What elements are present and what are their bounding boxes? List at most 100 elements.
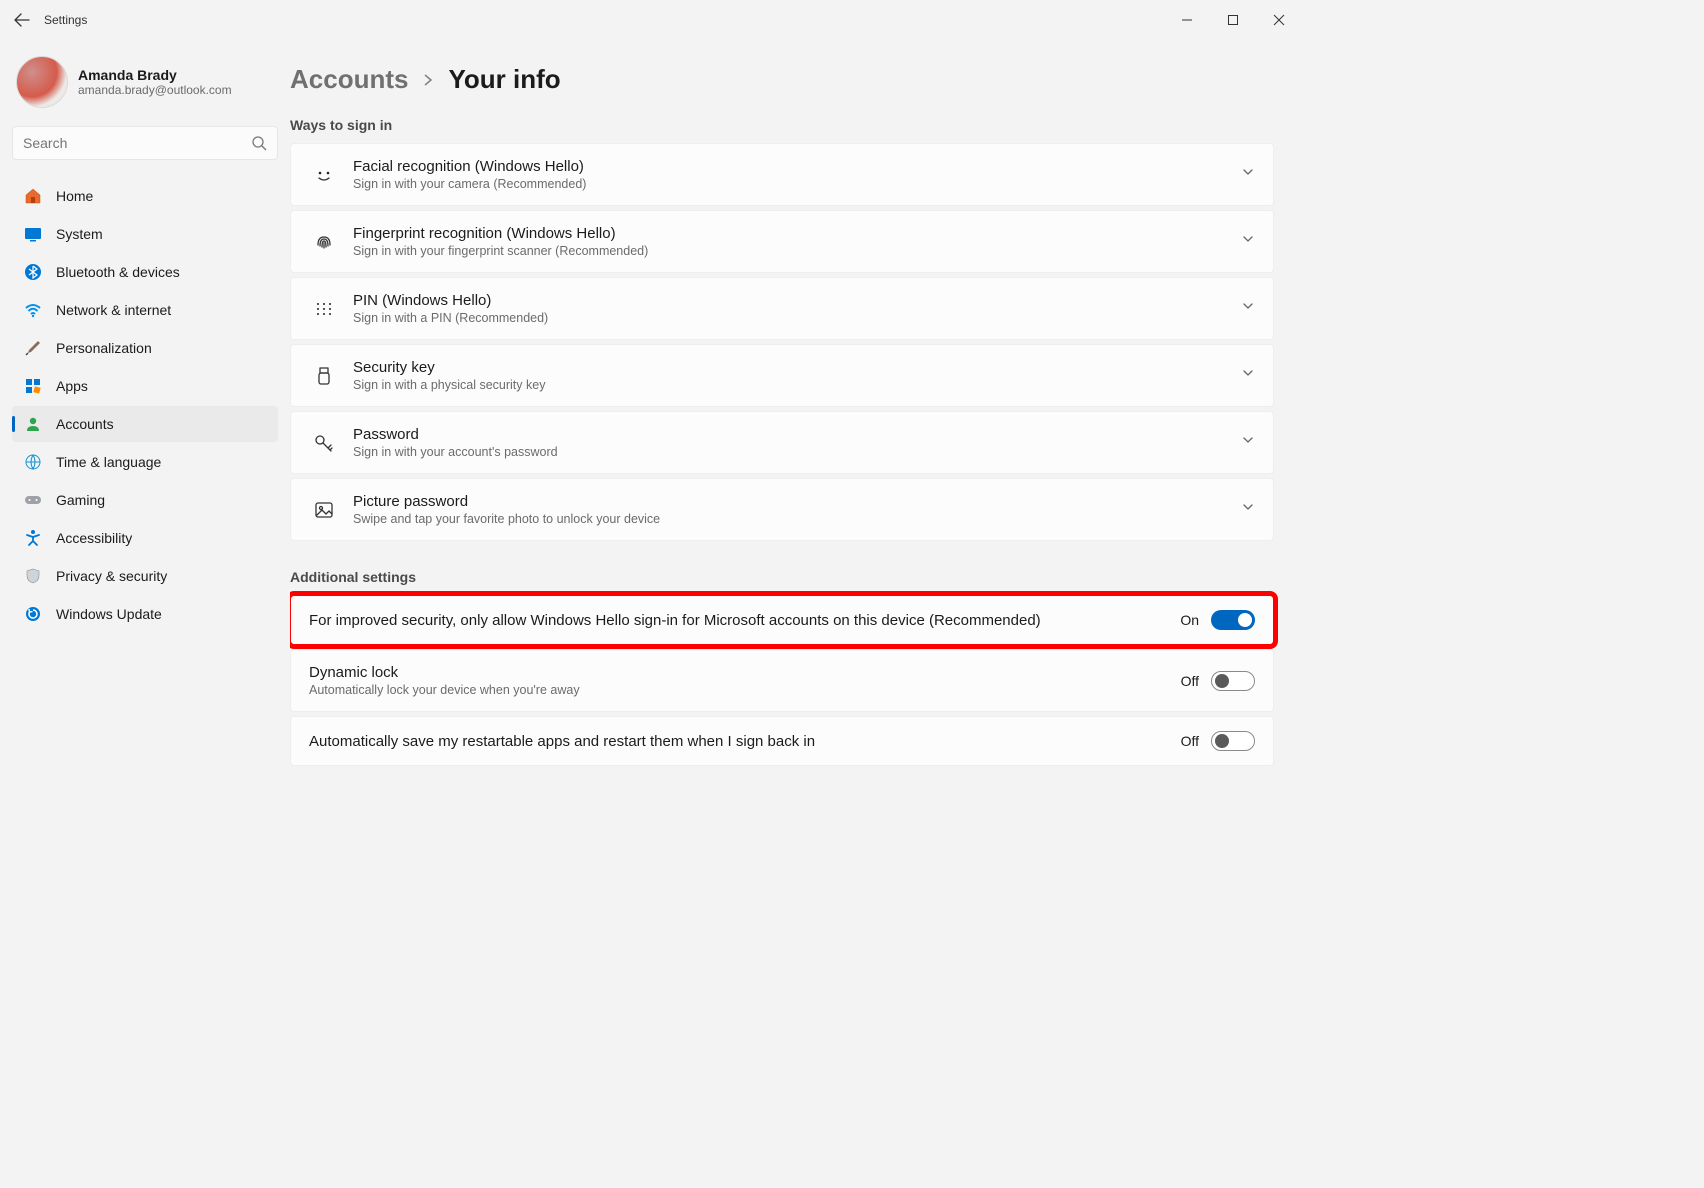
toggle-state-label: Off [1181, 673, 1199, 689]
sidebar-item-label: Apps [56, 378, 88, 394]
window-controls [1164, 0, 1302, 40]
pin-icon [309, 298, 339, 320]
sidebar-item-label: Home [56, 188, 93, 204]
card-subtitle: Sign in with your account's password [353, 445, 1241, 459]
sidebar-item-system[interactable]: System [12, 216, 278, 252]
minimize-button[interactable] [1164, 0, 1210, 40]
maximize-icon [1227, 14, 1239, 26]
key-icon [309, 432, 339, 454]
card-subtitle: Swipe and tap your favorite photo to unl… [353, 512, 1241, 526]
signin-card-group: Facial recognition (Windows Hello) Sign i… [290, 143, 1274, 541]
shield-icon [24, 567, 42, 585]
window-title: Settings [44, 13, 87, 27]
fingerprint-icon [309, 231, 339, 253]
card-subtitle: Sign in with your camera (Recommended) [353, 177, 1241, 191]
card-title: Password [353, 426, 1241, 443]
sidebar-item-home[interactable]: Home [12, 178, 278, 214]
sidebar-item-label: Personalization [56, 340, 152, 356]
titlebar: Settings [0, 0, 1310, 40]
sidebar: Amanda Brady amanda.brady@outlook.com Ho… [0, 40, 290, 912]
face-icon [309, 164, 339, 186]
nav-list: Home System Bluetooth & devices Network & i… [12, 178, 278, 632]
game-icon [24, 491, 42, 509]
search-input[interactable] [23, 135, 243, 151]
home-icon [24, 187, 42, 205]
toggle-switch[interactable] [1211, 671, 1255, 691]
sidebar-item-label: Time & language [56, 454, 161, 470]
breadcrumb-section[interactable]: Accounts [290, 64, 408, 95]
sidebar-item-label: Privacy & security [56, 568, 167, 584]
apps-icon [24, 377, 42, 395]
signin-option-face[interactable]: Facial recognition (Windows Hello) Sign i… [290, 143, 1274, 206]
close-button[interactable] [1256, 0, 1302, 40]
minimize-icon [1181, 14, 1193, 26]
sidebar-item-label: Network & internet [56, 302, 171, 318]
card-subtitle: Sign in with your fingerprint scanner (R… [353, 244, 1241, 258]
titlebar-left: Settings [12, 10, 87, 30]
toggle-state-label: On [1180, 612, 1199, 628]
toggle-switch[interactable] [1211, 610, 1255, 630]
system-icon [24, 225, 42, 243]
sidebar-item-label: Accounts [56, 416, 114, 432]
card-title: Facial recognition (Windows Hello) [353, 158, 1241, 175]
additional-setting-2: Automatically save my restartable apps a… [290, 716, 1274, 766]
profile-email: amanda.brady@outlook.com [78, 83, 232, 97]
card-title: Fingerprint recognition (Windows Hello) [353, 225, 1241, 242]
chevron-down-icon [1241, 299, 1255, 313]
sidebar-item-update[interactable]: Windows Update [12, 596, 278, 632]
sidebar-item-globe[interactable]: Time & language [12, 444, 278, 480]
toggle-title: Dynamic lock [309, 664, 1161, 681]
signin-option-pin[interactable]: PIN (Windows Hello) Sign in with a PIN (R… [290, 277, 1274, 340]
sidebar-item-label: System [56, 226, 103, 242]
chevron-down-icon [1241, 433, 1255, 447]
search-box[interactable] [12, 126, 278, 160]
profile-block[interactable]: Amanda Brady amanda.brady@outlook.com [16, 56, 278, 108]
sidebar-item-apps[interactable]: Apps [12, 368, 278, 404]
sidebar-item-wifi[interactable]: Network & internet [12, 292, 278, 328]
additional-heading: Additional settings [290, 569, 1274, 585]
sidebar-item-shield[interactable]: Privacy & security [12, 558, 278, 594]
usb-icon [309, 365, 339, 387]
toggle-state-label: Off [1181, 733, 1199, 749]
breadcrumb: Accounts Your info [290, 64, 1274, 95]
maximize-button[interactable] [1210, 0, 1256, 40]
accessibility-icon [24, 529, 42, 547]
sidebar-item-label: Windows Update [56, 606, 162, 622]
toggle-switch[interactable] [1211, 731, 1255, 751]
card-title: Picture password [353, 493, 1241, 510]
brush-icon [24, 339, 42, 357]
chevron-down-icon [1241, 232, 1255, 246]
sidebar-item-bluetooth[interactable]: Bluetooth & devices [12, 254, 278, 290]
arrow-left-icon [14, 12, 30, 28]
back-button[interactable] [12, 10, 32, 30]
additional-card-group: For improved security, only allow Window… [290, 595, 1274, 766]
toggle-title: Automatically save my restartable apps a… [309, 733, 1161, 750]
picture-icon [309, 499, 339, 521]
sidebar-item-accessibility[interactable]: Accessibility [12, 520, 278, 556]
signin-option-key[interactable]: Password Sign in with your account's pass… [290, 411, 1274, 474]
chevron-down-icon [1241, 366, 1255, 380]
sidebar-item-label: Bluetooth & devices [56, 264, 180, 280]
profile-name: Amanda Brady [78, 67, 232, 83]
signin-option-usb[interactable]: Security key Sign in with a physical secu… [290, 344, 1274, 407]
wifi-icon [24, 301, 42, 319]
sidebar-item-label: Gaming [56, 492, 105, 508]
card-title: PIN (Windows Hello) [353, 292, 1241, 309]
close-icon [1273, 14, 1285, 26]
avatar [16, 56, 68, 108]
bluetooth-icon [24, 263, 42, 281]
sidebar-item-person[interactable]: Accounts [12, 406, 278, 442]
signin-option-fingerprint[interactable]: Fingerprint recognition (Windows Hello) S… [290, 210, 1274, 273]
globe-icon [24, 453, 42, 471]
signin-option-picture[interactable]: Picture password Swipe and tap your favor… [290, 478, 1274, 541]
card-subtitle: Sign in with a physical security key [353, 378, 1241, 392]
sidebar-item-brush[interactable]: Personalization [12, 330, 278, 366]
sidebar-item-game[interactable]: Gaming [12, 482, 278, 518]
signin-heading: Ways to sign in [290, 117, 1274, 133]
chevron-right-icon [422, 74, 434, 86]
additional-setting-0: For improved security, only allow Window… [290, 595, 1274, 645]
toggle-subtitle: Automatically lock your device when you'… [309, 683, 1161, 697]
page-title: Your info [448, 64, 560, 95]
card-title: Security key [353, 359, 1241, 376]
card-subtitle: Sign in with a PIN (Recommended) [353, 311, 1241, 325]
